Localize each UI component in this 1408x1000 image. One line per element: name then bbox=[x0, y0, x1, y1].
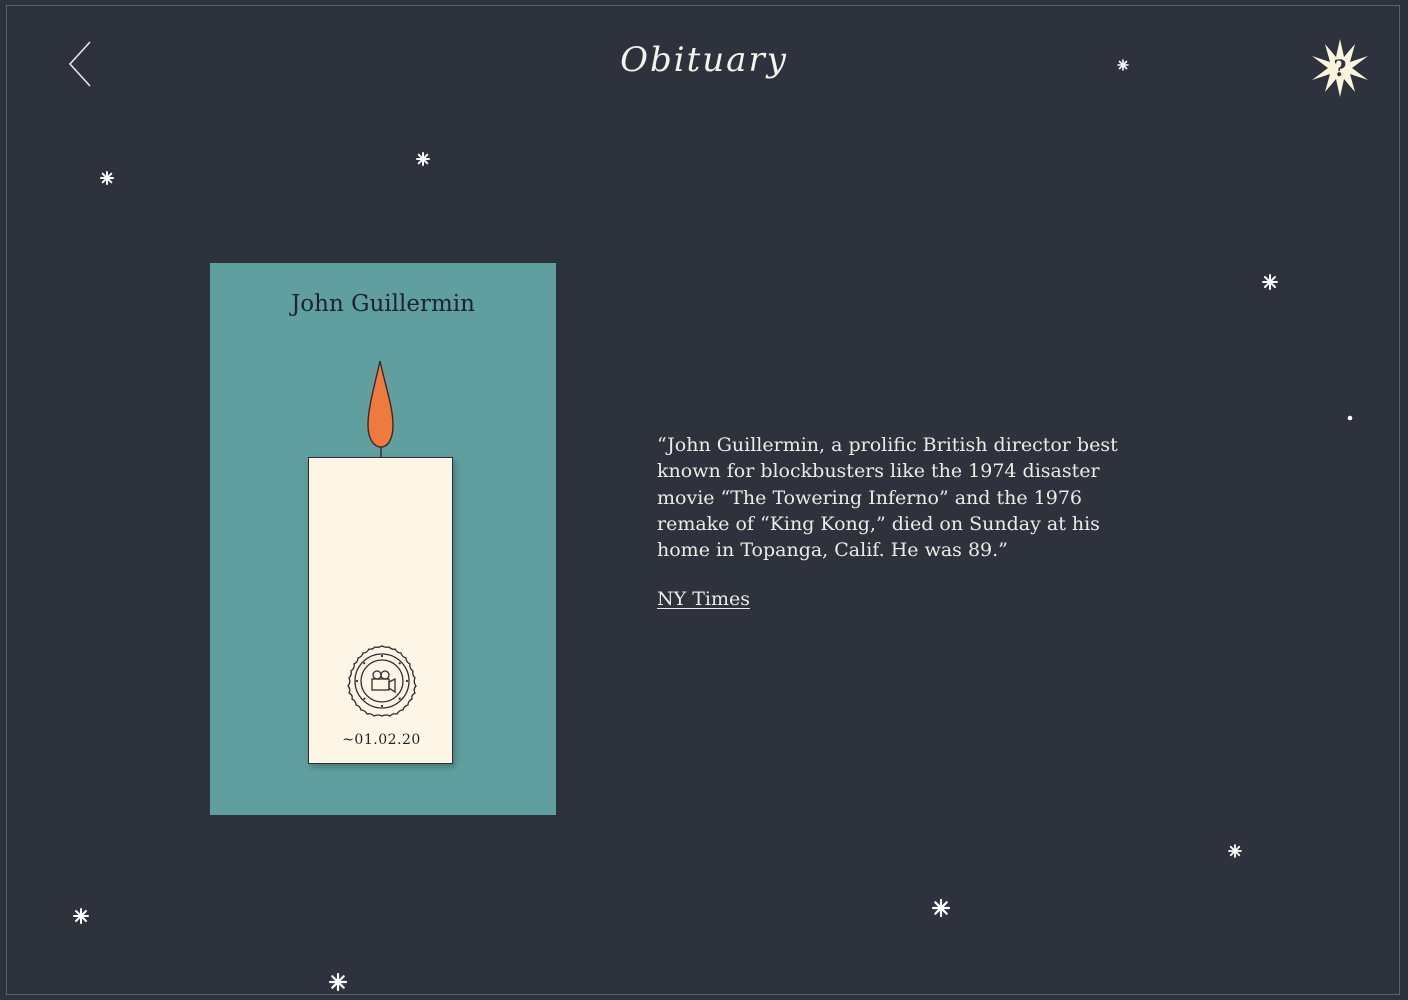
star-icon bbox=[1228, 844, 1242, 858]
star-question-icon: ? bbox=[1312, 39, 1368, 97]
candle-flame-icon bbox=[367, 360, 394, 458]
star-icon bbox=[73, 908, 89, 924]
obituary-quote: “John Guillermin, a prolific British dir… bbox=[657, 434, 1118, 562]
candle-date: ~01.02.20 bbox=[342, 732, 421, 748]
film-camera-icon bbox=[347, 645, 417, 717]
page-title: Obituary bbox=[620, 40, 788, 80]
star-icon bbox=[416, 152, 430, 166]
star-icon bbox=[1262, 274, 1278, 290]
candle: ~01.02.20 bbox=[308, 457, 453, 764]
star-icon bbox=[100, 171, 114, 185]
star-icon bbox=[1347, 415, 1353, 421]
memorial-card[interactable]: John Guillermin ~01.02.20 bbox=[210, 263, 556, 815]
help-button[interactable]: ? bbox=[1310, 38, 1370, 98]
source-link[interactable]: NY Times bbox=[657, 588, 750, 610]
help-symbol: ? bbox=[1334, 56, 1347, 82]
star-icon bbox=[1117, 59, 1129, 71]
star-icon bbox=[931, 898, 951, 918]
star-icon bbox=[328, 972, 348, 992]
